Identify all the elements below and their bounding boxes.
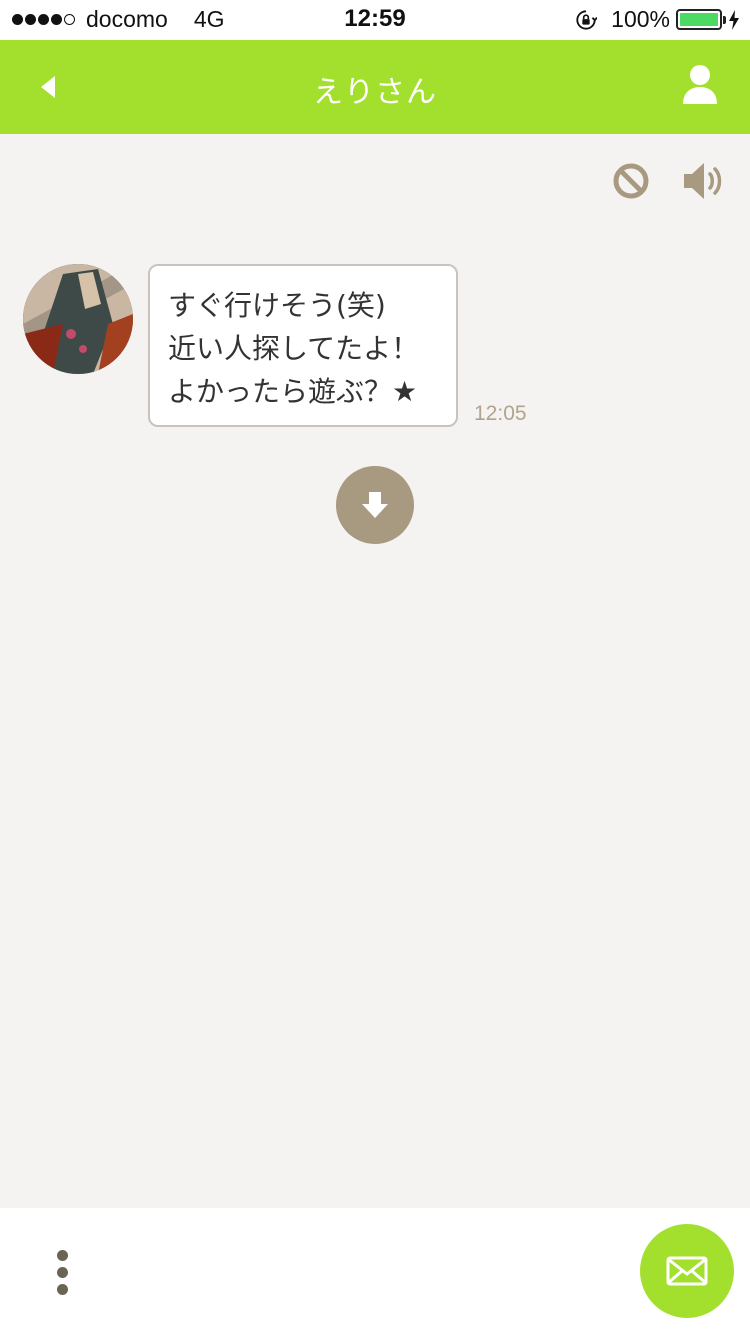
rotation-lock-icon (576, 9, 598, 30)
avatar[interactable] (23, 264, 133, 374)
more-vertical-icon (57, 1250, 68, 1261)
more-options-button[interactable] (48, 1248, 78, 1298)
battery-percent: 100% (611, 6, 670, 32)
message-line: 近い人探してたよ！ (168, 332, 420, 365)
chat-header: えりさん (0, 40, 750, 134)
page-title: えりさん (313, 75, 437, 110)
compose-message-button[interactable] (640, 1224, 734, 1318)
speaker-icon (684, 163, 722, 199)
block-button[interactable] (612, 162, 650, 200)
battery-icon (676, 9, 726, 30)
message-line: よかったら遊ぶ？★ (168, 375, 418, 408)
charging-bolt-icon (729, 9, 739, 30)
bottom-bar (0, 1208, 750, 1334)
status-right: 100% (575, 6, 740, 33)
profile-button[interactable] (682, 64, 722, 108)
sound-button[interactable] (682, 160, 726, 202)
scroll-down-button[interactable] (336, 466, 414, 544)
block-icon (613, 163, 649, 199)
battery-fill (680, 13, 718, 26)
avatar-photo (23, 264, 133, 374)
message-timestamp: 12:05 (474, 402, 527, 425)
mail-icon (666, 1256, 708, 1286)
status-bar: docomo 4G 12:59 100% (0, 0, 750, 40)
message-bubble[interactable]: すぐ行けそう(笑) 近い人探してたよ！ よかったら遊ぶ？★ (148, 264, 458, 427)
person-icon (683, 65, 717, 104)
message-line: すぐ行けそう(笑) (168, 289, 386, 322)
arrow-down-icon (362, 492, 388, 518)
